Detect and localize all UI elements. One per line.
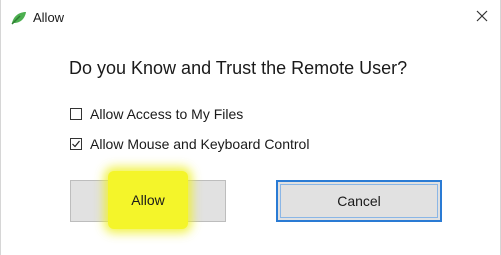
checkmark-icon (72, 140, 80, 148)
allow-files-option[interactable]: Allow Access to My Files (70, 106, 243, 122)
close-icon (476, 9, 488, 27)
trust-question: Do you Know and Trust the Remote User? (69, 58, 408, 78)
allow-control-option[interactable]: Allow Mouse and Keyboard Control (70, 136, 309, 152)
title-bar: Allow (1, 0, 500, 36)
allow-files-label: Allow Access to My Files (90, 106, 244, 122)
allow-control-checkbox[interactable] (70, 138, 82, 150)
window-title: Allow (33, 10, 65, 25)
app-leaf-icon (11, 11, 27, 25)
allow-files-checkbox[interactable] (70, 108, 82, 120)
close-button[interactable] (468, 4, 496, 32)
allow-dialog: Allow Do you Know and Trust the Remote U… (0, 0, 501, 255)
allow-control-label: Allow Mouse and Keyboard Control (90, 136, 310, 152)
cancel-button[interactable]: Cancel (276, 180, 442, 222)
cancel-button-label: Cancel (337, 193, 381, 209)
allow-button-label[interactable]: Allow (108, 171, 188, 229)
